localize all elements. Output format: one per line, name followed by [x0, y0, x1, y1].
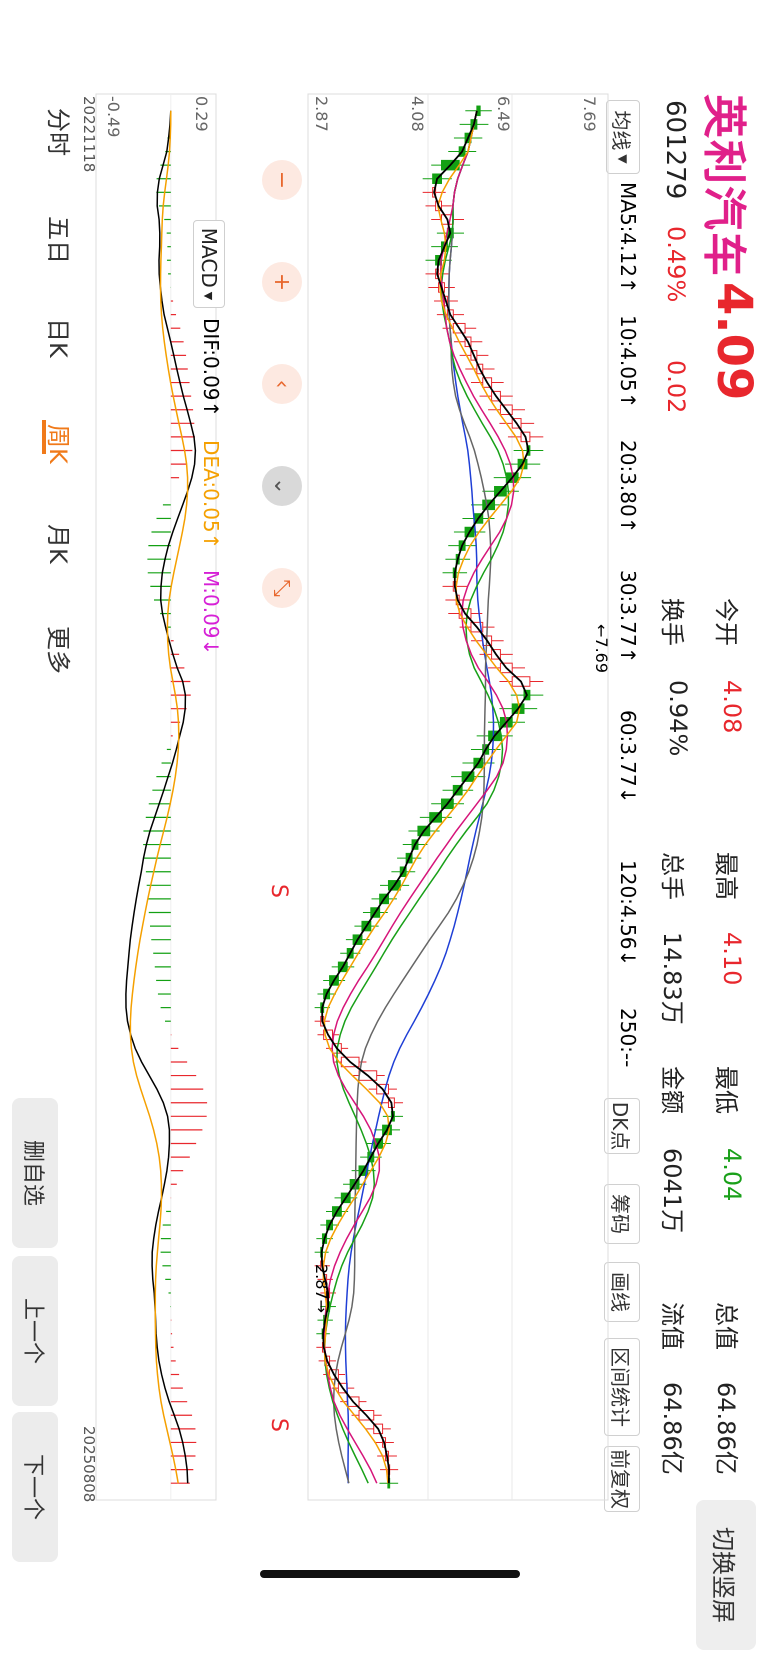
macd-selector[interactable]: MACD ▼ — [193, 220, 225, 308]
low-marker: 2.87→ — [312, 1264, 331, 1313]
candlesticks — [314, 105, 544, 1489]
minus-icon[interactable]: − — [262, 160, 302, 200]
plus-icon[interactable]: + — [262, 262, 302, 302]
caret-down-icon: ▼ — [202, 291, 216, 301]
ma30-line — [323, 110, 510, 1484]
ma120-line — [344, 110, 495, 1484]
macd-dif: DIF:0.09↑ — [199, 318, 223, 418]
x-end-date: 20250808 — [80, 1426, 98, 1502]
tab-five-day[interactable]: 五日 — [43, 216, 78, 264]
price-panel-border — [307, 93, 609, 1501]
axis-labels: 7.69 6.49 4.08 2.87 0.29 -0.49 20221118 … — [80, 96, 611, 1502]
chevron-down-icon[interactable]: ⌄ — [262, 466, 302, 506]
price-tick-2: 6.49 — [494, 96, 513, 132]
macd-tick-bottom: -0.49 — [104, 96, 123, 137]
tab-daily[interactable]: 日K — [43, 318, 78, 358]
macd-tick-top: 0.29 — [192, 96, 211, 132]
kline-chart[interactable]: 7.69 6.49 4.08 2.87 0.29 -0.49 20221118 … — [0, 0, 768, 1665]
sell-signal-2: S — [266, 1418, 291, 1432]
high-marker: ←7.69 — [592, 624, 611, 673]
remove-watchlist-button[interactable]: 删自选 — [12, 1098, 58, 1248]
chart-grid — [95, 93, 609, 1501]
chevron-left-icon[interactable]: ‹ — [262, 364, 302, 404]
price-tick-top: 7.69 — [580, 96, 599, 132]
tab-more[interactable]: 更多 — [43, 626, 78, 674]
tab-monthly[interactable]: 月K — [43, 524, 78, 564]
macd-dea: DEA:0.05↑ — [199, 440, 223, 550]
macd-selector-label: MACD — [197, 227, 221, 288]
x-start-date: 20221118 — [80, 96, 98, 172]
home-indicator — [260, 1570, 520, 1578]
price-tick-3: 4.08 — [408, 96, 427, 132]
macd-dif-line — [125, 110, 197, 1484]
candle-body — [476, 105, 481, 117]
macd-m: M:0.09↓ — [199, 570, 223, 656]
ma5-line — [320, 110, 530, 1484]
collapse-icon[interactable]: ⤡ — [262, 568, 302, 608]
previous-button[interactable]: 上一个 — [12, 1256, 58, 1406]
tab-weekly[interactable]: 周K — [43, 424, 78, 464]
tab-intraday[interactable]: 分时 — [43, 108, 78, 156]
moving-average-lines — [320, 110, 530, 1484]
ma10-line — [322, 110, 525, 1484]
sell-signal-1: S — [266, 884, 291, 898]
next-button[interactable]: 下一个 — [12, 1412, 58, 1562]
ma20-line — [323, 110, 515, 1484]
price-tick-bottom: 2.87 — [312, 96, 331, 132]
ma60-line — [332, 110, 492, 1484]
tab-active-indicator — [42, 420, 46, 454]
macd-dea-line — [129, 110, 189, 1484]
